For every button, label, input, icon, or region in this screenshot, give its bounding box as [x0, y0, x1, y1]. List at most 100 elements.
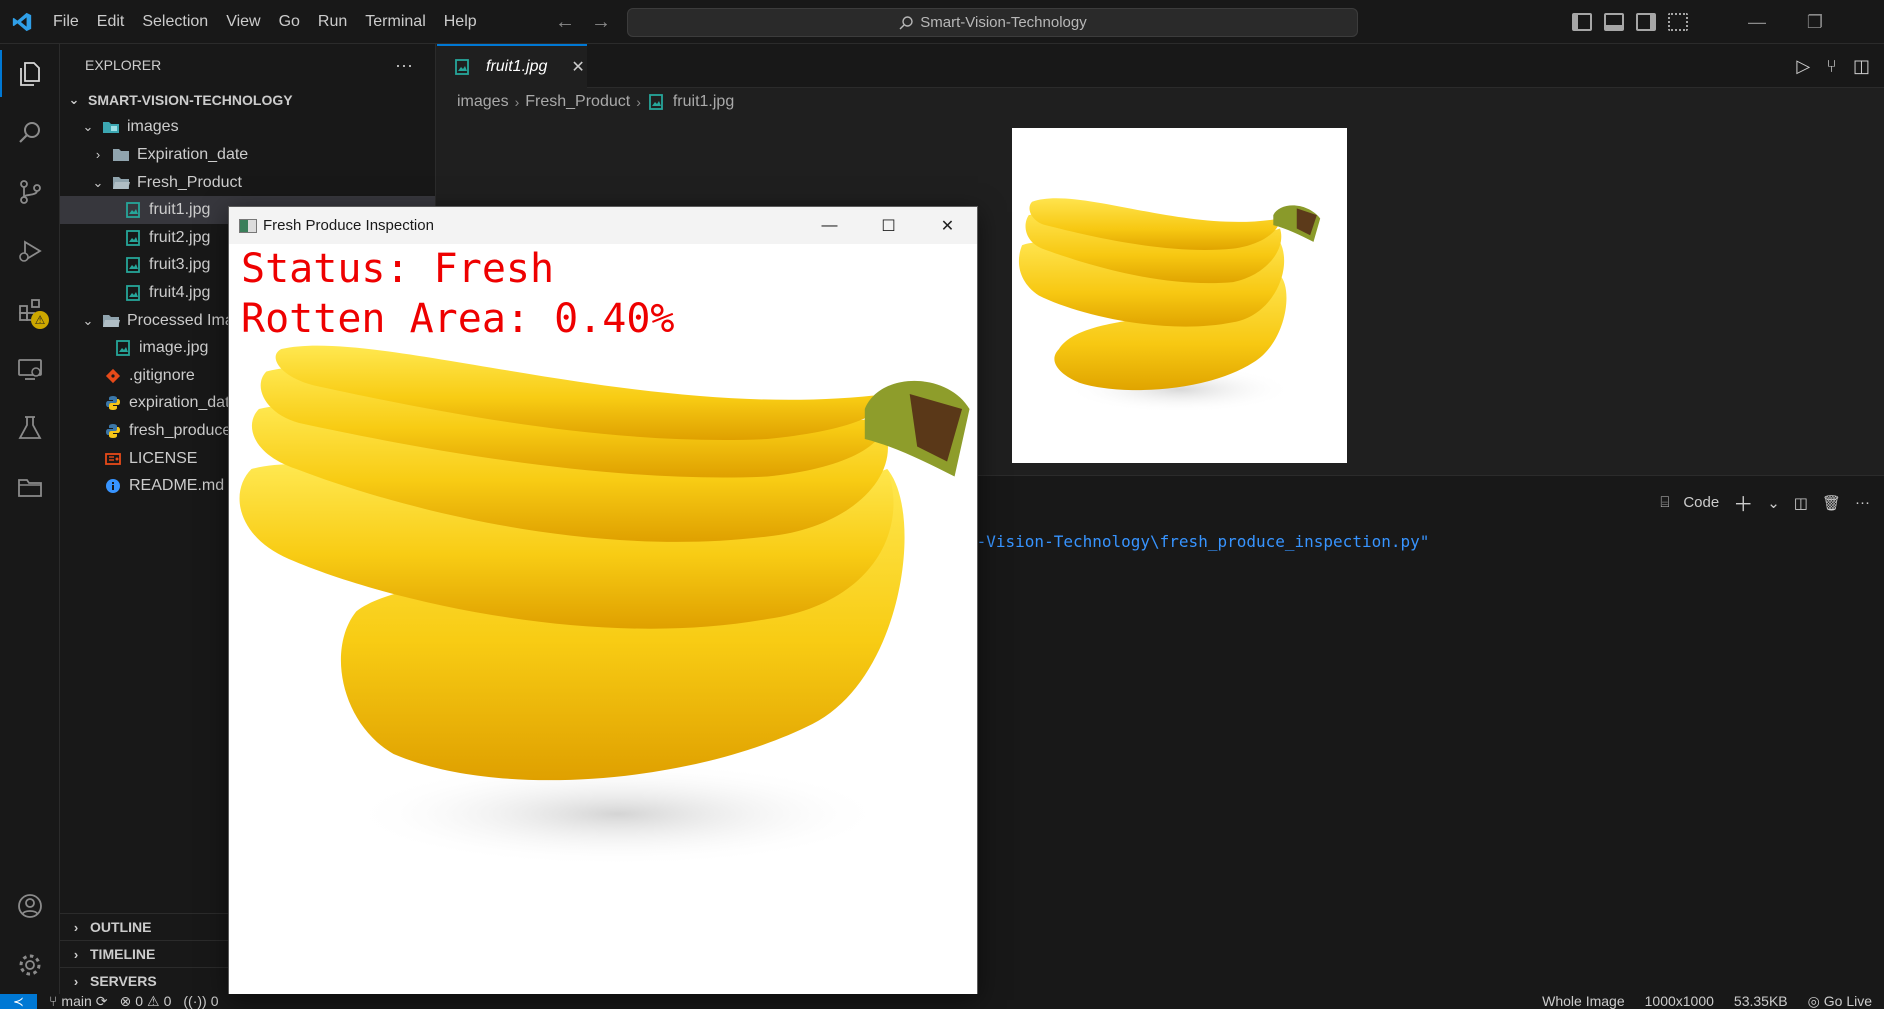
back-arrow-icon[interactable]: ←	[555, 11, 575, 34]
restore-icon[interactable]: ❐	[1786, 0, 1844, 44]
menu-help[interactable]: Help	[435, 0, 486, 44]
run-icon[interactable]: ▷	[1796, 56, 1810, 77]
run-debug-icon[interactable]	[0, 221, 60, 280]
image-size: 53.35KB	[1733, 994, 1788, 1009]
menu-file[interactable]: File	[44, 0, 88, 44]
warning-count: 0	[163, 994, 172, 1009]
menu-go[interactable]: Go	[270, 0, 309, 44]
settings-icon[interactable]	[0, 935, 60, 994]
git-branch-icon: ⑂	[49, 994, 58, 1009]
editor-tab-bar: fruit1.jpg ✕ ▷ ⑂ ◫	[437, 44, 1884, 88]
banana-image	[1018, 198, 1321, 413]
customize-layout-icon[interactable]	[1668, 13, 1688, 31]
account-icon[interactable]	[0, 876, 60, 935]
trash-icon[interactable]: 🗑	[1822, 494, 1841, 512]
window-controls: — ☐ ✕	[800, 207, 977, 244]
new-terminal-icon[interactable]: ＋	[1733, 488, 1753, 517]
section-label: TIMELINE	[90, 946, 156, 962]
menu-selection[interactable]: Selection	[133, 0, 217, 44]
breadcrumb: images › Fresh_Product › fruit1.jpg	[457, 88, 734, 116]
tab-label: fruit1.jpg	[486, 58, 548, 75]
terminal-profile-label[interactable]: Code	[1683, 494, 1719, 511]
more-actions-icon[interactable]: ···	[1855, 494, 1870, 511]
image-file-icon	[124, 256, 142, 274]
extensions-icon[interactable]: ⚠	[0, 280, 60, 339]
branch-name: main	[61, 994, 92, 1009]
tree-item-label: fruit2.jpg	[149, 228, 211, 246]
toggle-panel-icon[interactable]	[1604, 13, 1624, 31]
zoom-status[interactable]: Whole Image	[1542, 994, 1624, 1009]
command-center-search[interactable]: Smart-Vision-Technology	[627, 8, 1358, 37]
ports-status[interactable]: ((·)) 0	[183, 994, 218, 1009]
image-dimensions: 1000x1000	[1644, 994, 1714, 1009]
tree-folder-fresh-product[interactable]: ⌄ Fresh_Product	[60, 169, 435, 197]
go-live-button[interactable]: ◎ Go Live	[1808, 994, 1872, 1009]
breadcrumb-item[interactable]: images	[457, 93, 509, 111]
search-icon	[899, 15, 913, 29]
rotten-area-overlay-text: Rotten Area: 0.40%	[241, 296, 675, 342]
toggle-primary-sidebar-icon[interactable]	[1572, 13, 1592, 31]
problems-status[interactable]: ⊗ 0 ⚠ 0	[120, 994, 172, 1009]
tree-item-label: fruit1.jpg	[149, 201, 211, 219]
ports-count: 0	[210, 994, 219, 1009]
search-icon[interactable]	[0, 103, 60, 162]
search-text: Smart-Vision-Technology	[920, 14, 1087, 31]
forward-arrow-icon[interactable]: →	[591, 11, 611, 34]
fresh-produce-inspection-window: Fresh Produce Inspection — ☐ ✕ Status: F…	[228, 206, 978, 994]
breadcrumb-item[interactable]: fruit1.jpg	[673, 93, 734, 111]
tree-item-label: image.jpg	[139, 339, 209, 357]
menu-terminal[interactable]: Terminal	[356, 0, 434, 44]
tab-fruit1[interactable]: fruit1.jpg ✕	[437, 44, 587, 88]
tree-folder-expiration-date[interactable]: › Expiration_date	[60, 141, 435, 169]
close-icon[interactable]: ✕	[571, 57, 584, 77]
activity-bar: ⚠	[0, 44, 60, 994]
section-label: OUTLINE	[90, 919, 152, 935]
split-terminal-icon[interactable]: ◫	[1794, 494, 1808, 512]
folder-open-icon	[112, 174, 130, 192]
split-editor-icon[interactable]: ◫	[1853, 56, 1870, 77]
minimize-icon[interactable]: —	[800, 207, 859, 244]
sync-icon[interactable]: ⟳	[96, 994, 108, 1009]
chevron-down-icon: ⌄	[82, 312, 94, 328]
editor-actions: ▷ ⑂ ◫	[1796, 44, 1870, 88]
testing-icon[interactable]	[0, 398, 60, 457]
menu-view[interactable]: View	[217, 0, 269, 44]
source-control-icon[interactable]	[0, 162, 60, 221]
chevron-right-icon: ›	[514, 94, 520, 110]
image-file-icon	[647, 93, 665, 111]
status-bar: ≺ ⑂ main ⟳ ⊗ 0 ⚠ 0 ((·)) 0 Whole Image 1…	[0, 994, 1884, 1009]
menu-run[interactable]: Run	[309, 0, 356, 44]
image-file-icon	[124, 284, 142, 302]
chevron-down-icon: ⌄	[68, 91, 80, 107]
explorer-icon[interactable]	[0, 44, 60, 103]
maximize-icon[interactable]: ☐	[859, 207, 918, 244]
vscode-logo-icon	[0, 0, 44, 44]
menu-edit[interactable]: Edit	[88, 0, 134, 44]
tree-folder-images[interactable]: ⌄ images	[60, 114, 435, 142]
remote-indicator-icon[interactable]: ≺	[0, 994, 37, 1009]
tree-item-label: README.md	[129, 477, 225, 495]
title-bar: File Edit Selection View Go Run Terminal…	[0, 0, 1884, 44]
folder-icon[interactable]	[0, 457, 60, 516]
window-title-bar[interactable]: Fresh Produce Inspection — ☐ ✕	[229, 207, 977, 244]
title-right-controls: — ❐	[1572, 0, 1884, 44]
image-file-icon	[453, 58, 471, 76]
more-actions-icon[interactable]: ···	[395, 55, 413, 76]
branch-status[interactable]: ⑂ main ⟳	[49, 994, 108, 1009]
close-window-icon[interactable]	[1844, 0, 1884, 44]
toggle-secondary-sidebar-icon[interactable]	[1636, 13, 1656, 31]
remote-explorer-icon[interactable]	[0, 339, 60, 398]
chevron-right-icon: ›	[95, 147, 101, 163]
close-icon[interactable]: ✕	[918, 207, 977, 244]
chevron-right-icon: ›	[636, 94, 641, 110]
tree-item-label: images	[127, 118, 179, 136]
workspace-root[interactable]: ⌄ SMART-VISION-TECHNOLOGY	[60, 86, 435, 114]
banana-image	[239, 345, 970, 867]
chevron-down-icon[interactable]: ⌄	[1767, 494, 1780, 512]
menu-bar: File Edit Selection View Go Run Terminal…	[44, 0, 486, 44]
status-overlay-text: Status: Fresh	[241, 246, 555, 292]
tree-item-label: LICENSE	[129, 449, 198, 467]
open-changes-icon[interactable]: ⑂	[1826, 56, 1837, 77]
breadcrumb-item[interactable]: Fresh_Product	[525, 93, 630, 111]
minimize-icon[interactable]: —	[1728, 0, 1786, 44]
